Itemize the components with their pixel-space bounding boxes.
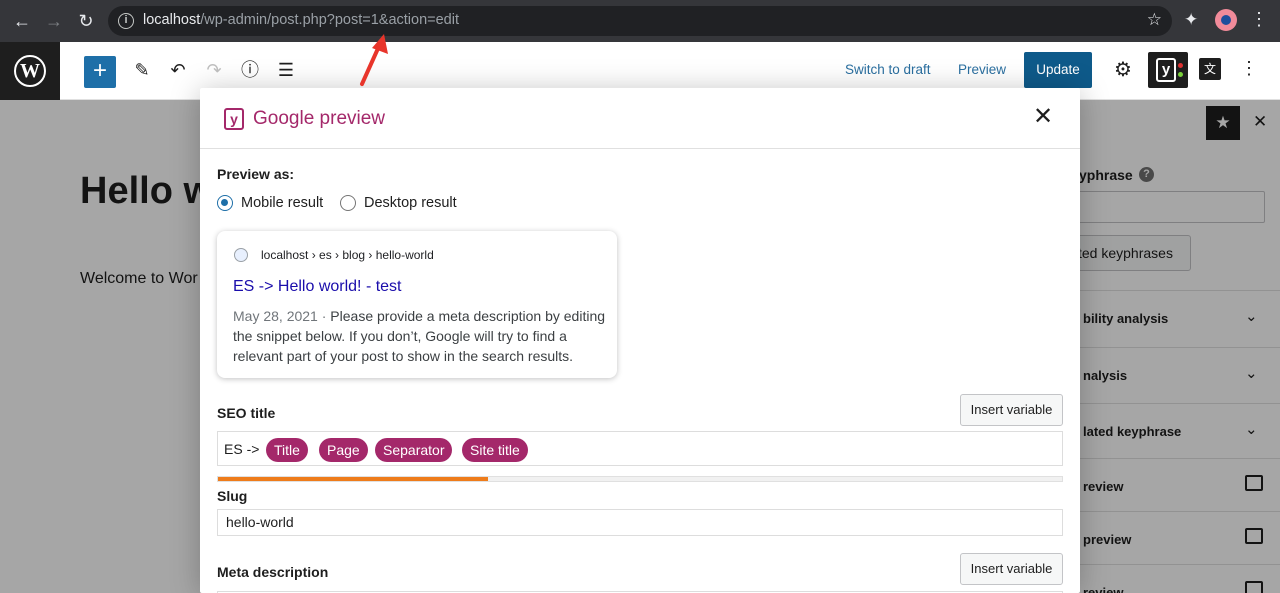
snippet-description-block: May 28, 2021 · Please provide a meta des… bbox=[233, 306, 605, 366]
reload-icon[interactable]: ↻ bbox=[74, 9, 98, 33]
undo-icon[interactable]: ↶ bbox=[166, 58, 190, 82]
variable-pill-page[interactable]: Page bbox=[319, 438, 368, 462]
extensions-puzzle-icon[interactable]: ✦ bbox=[1184, 10, 1198, 30]
close-icon[interactable]: ✕ bbox=[1033, 105, 1053, 129]
add-block-button[interactable]: + bbox=[84, 56, 116, 88]
url-path: /wp-admin/post.php?post=1&action=edit bbox=[200, 12, 459, 28]
yoast-icon: y bbox=[224, 108, 244, 130]
yoast-toolbar-button[interactable]: y bbox=[1148, 52, 1188, 88]
desktop-result-radio[interactable] bbox=[340, 195, 356, 211]
options-menu-icon[interactable]: ⋮ bbox=[1240, 58, 1258, 79]
pencil-tools-icon[interactable]: ✎ bbox=[130, 58, 154, 82]
slug-label: Slug bbox=[217, 488, 248, 504]
variable-pill-separator[interactable]: Separator bbox=[375, 438, 453, 462]
translate-icon[interactable]: 文 bbox=[1199, 58, 1221, 80]
url-host: localhost bbox=[143, 12, 201, 28]
forward-icon[interactable]: → bbox=[42, 9, 66, 33]
wordpress-w-icon: W bbox=[14, 55, 46, 87]
globe-icon bbox=[234, 248, 248, 262]
profile-avatar[interactable] bbox=[1215, 9, 1237, 31]
switch-to-draft-button[interactable]: Switch to draft bbox=[845, 62, 931, 77]
seo-title-length-bar bbox=[217, 476, 1063, 482]
variable-pill-title[interactable]: Title bbox=[266, 438, 308, 462]
back-icon[interactable]: ← bbox=[10, 9, 34, 33]
annotation-arrow bbox=[360, 34, 388, 86]
desktop-result-label[interactable]: Desktop result bbox=[364, 195, 457, 211]
yoast-icon: y bbox=[1156, 58, 1176, 82]
insert-variable-meta-button[interactable]: Insert variable bbox=[960, 553, 1063, 585]
info-icon[interactable]: i bbox=[118, 13, 134, 29]
mobile-result-radio[interactable] bbox=[217, 195, 233, 211]
snippet-title[interactable]: ES -> Hello world! - test bbox=[233, 278, 402, 296]
seo-title-length-fill bbox=[218, 477, 489, 481]
snippet-date: May 28, 2021 bbox=[233, 308, 318, 324]
url-text[interactable]: localhost/wp-admin/post.php?post=1&actio… bbox=[143, 12, 459, 28]
list-view-icon[interactable]: ☰ bbox=[274, 58, 298, 82]
google-preview-modal: y Google preview ✕ Preview as: Mobile re… bbox=[200, 88, 1080, 593]
slug-input[interactable]: hello-world bbox=[217, 509, 1063, 536]
modal-header: y Google preview ✕ bbox=[200, 88, 1080, 149]
snippet-separator: · bbox=[317, 308, 331, 324]
google-snippet-preview: localhost › es › blog › hello-world ES -… bbox=[217, 231, 617, 378]
variable-pill-site-title[interactable]: Site title bbox=[462, 438, 528, 462]
wordpress-logo[interactable]: W bbox=[0, 42, 60, 100]
update-button[interactable]: Update bbox=[1024, 52, 1092, 88]
address-bar[interactable]: i localhost/wp-admin/post.php?post=1&act… bbox=[108, 6, 1172, 36]
redo-icon[interactable]: ↷ bbox=[202, 58, 226, 82]
readability-status-dot bbox=[1178, 63, 1183, 68]
preview-button[interactable]: Preview bbox=[958, 62, 1006, 77]
preview-as-label: Preview as: bbox=[217, 166, 295, 182]
snippet-breadcrumb: localhost › es › blog › hello-world bbox=[261, 248, 434, 262]
bookmark-star-icon[interactable]: ☆ bbox=[1147, 10, 1162, 30]
settings-gear-icon[interactable]: ⚙ bbox=[1114, 57, 1132, 82]
browser-menu-icon[interactable]: ⋮ bbox=[1250, 9, 1268, 30]
seo-title-label: SEO title bbox=[217, 405, 276, 421]
insert-variable-button[interactable]: Insert variable bbox=[960, 394, 1063, 426]
modal-title: Google preview bbox=[253, 108, 386, 129]
seo-title-input[interactable]: ES -> Title Page Separator Site title bbox=[217, 431, 1063, 466]
meta-description-label: Meta description bbox=[217, 564, 329, 580]
seo-status-dot bbox=[1178, 72, 1183, 77]
seo-title-prefix: ES -> bbox=[224, 441, 260, 457]
details-info-icon[interactable]: ⓘ bbox=[238, 58, 262, 82]
mobile-result-label[interactable]: Mobile result bbox=[241, 195, 323, 211]
browser-chrome: ← → ↻ i localhost/wp-admin/post.php?post… bbox=[0, 0, 1280, 42]
